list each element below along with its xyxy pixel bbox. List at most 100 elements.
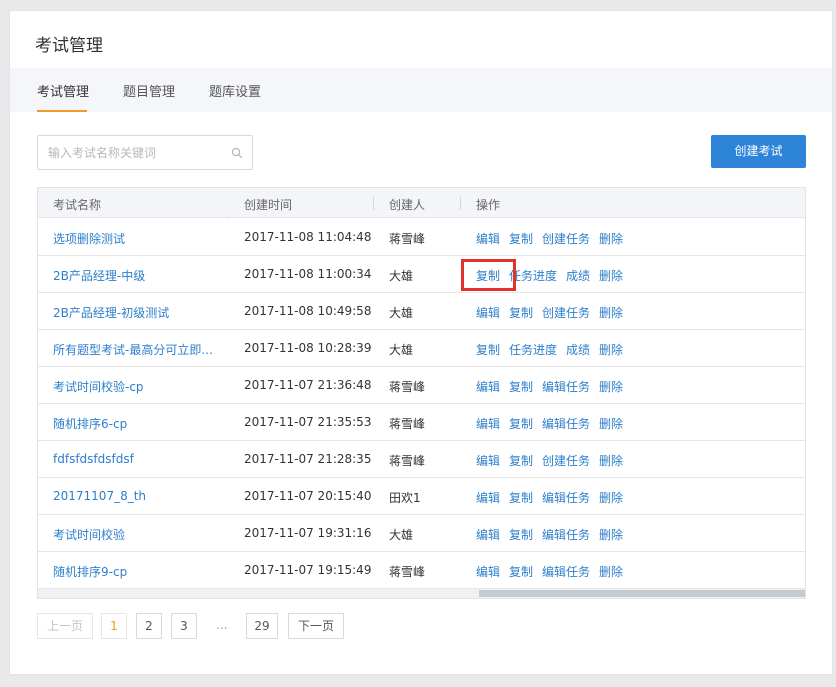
delete-link[interactable]: 删除 [599,269,623,283]
edit-link[interactable]: 编辑 [476,454,500,468]
edit-link[interactable]: 编辑 [476,306,500,320]
creator: 蒋雪峰 [389,380,426,394]
delete-link[interactable]: 删除 [599,417,623,431]
delete-link[interactable]: 删除 [599,565,623,579]
delete-link[interactable]: 删除 [599,454,623,468]
creator: 蒋雪峰 [389,417,426,431]
exam-name-link[interactable]: 考试时间校验 [53,526,125,543]
main-card: 考试管理 考试管理 题目管理 题库设置 创建考试 考试名称 创建时间 创建人 操… [9,10,833,675]
row-actions: 复制 任务进度 成绩 删除 [476,341,632,358]
horizontal-scrollbar[interactable] [38,589,805,598]
table-row: 2B产品经理-初级测试 2017-11-08 10:49:58 大雄 编辑 复制 创建任务… [38,293,805,330]
edit-task-link[interactable]: 编辑任务 [542,565,590,579]
created-time: 2017-11-08 11:04:48 [244,230,372,244]
copy-link[interactable]: 复制 [509,306,533,320]
creator: 大雄 [389,528,414,542]
exam-name-link[interactable]: 选项删除测试 [53,230,125,247]
creator: 大雄 [389,269,414,283]
copy-link[interactable]: 复制 [509,454,533,468]
created-time: 2017-11-08 10:49:58 [244,304,372,318]
created-time: 2017-11-07 21:35:53 [244,415,372,429]
header-operations: 操作 [476,198,501,212]
copy-link[interactable]: 复制 [509,565,533,579]
created-time: 2017-11-07 20:15:40 [244,489,372,503]
search-input[interactable] [38,136,228,169]
edit-link[interactable]: 编辑 [476,565,500,579]
page-ellipsis: ... [216,618,228,632]
table-row: 选项删除测试 2017-11-08 11:04:48 蒋雪峰 编辑 复制 创建任务 删除 [38,219,805,256]
exam-name-link[interactable]: 随机排序9-cp [53,563,127,580]
exam-name-link[interactable]: 随机排序6-cp [53,415,127,432]
exam-name-link[interactable]: 考试时间校验-cp [53,378,144,395]
delete-link[interactable]: 删除 [599,343,623,357]
table-row: 考试时间校验-cp 2017-11-07 21:36:48 蒋雪峰 编辑 复制 编辑任务删… [38,367,805,404]
creator: 大雄 [389,306,414,320]
header-separator [373,197,374,210]
copy-link[interactable]: 复制 [509,232,533,246]
search-icon[interactable] [231,147,243,159]
tab-exam-management[interactable]: 考试管理 [37,81,89,100]
delete-link[interactable]: 删除 [599,380,623,394]
row-actions: 编辑 复制 编辑任务 删除 [476,563,632,580]
delete-link[interactable]: 删除 [599,306,623,320]
scrollbar-thumb[interactable] [479,590,805,597]
tab-question-management[interactable]: 题目管理 [123,81,175,100]
page-title: 考试管理 [35,36,103,56]
edit-link[interactable]: 编辑 [476,417,500,431]
creator: 蒋雪峰 [389,232,426,246]
delete-link[interactable]: 删除 [599,528,623,542]
page-button-3[interactable]: 3 [171,613,197,639]
page-button-2[interactable]: 2 [136,613,162,639]
row-actions: 编辑 复制 编辑任务 删除 [476,489,632,506]
row-actions: 编辑 复制 编辑任务 删除 [476,378,632,395]
next-page-button[interactable]: 下一页 [288,613,344,639]
creator: 大雄 [389,343,414,357]
edit-task-link[interactable]: 编辑任务 [542,380,590,394]
created-time: 2017-11-07 19:15:49 [244,563,372,577]
edit-task-link[interactable]: 编辑任务 [542,491,590,505]
copy-link[interactable]: 复制 [476,343,500,357]
table-header: 考试名称 创建时间 创建人 操作 [38,188,805,218]
create-task-link[interactable]: 创建任务 [542,232,590,246]
copy-link[interactable]: 复制 [509,417,533,431]
copy-link[interactable]: 复制 [476,269,500,283]
edit-task-link[interactable]: 编辑任务 [542,417,590,431]
scores-link[interactable]: 成绩 [566,343,590,357]
create-task-link[interactable]: 创建任务 [542,306,590,320]
tab-question-bank-settings[interactable]: 题库设置 [209,81,261,100]
created-time: 2017-11-08 11:00:34 [244,267,372,281]
edit-task-link[interactable]: 编辑任务 [542,528,590,542]
scores-link[interactable]: 成绩 [566,269,590,283]
creator: 田欢1 [389,491,421,505]
delete-link[interactable]: 删除 [599,232,623,246]
active-tab-indicator [37,110,87,112]
table-row: 所有题型考试-最高分可立即... 2017-11-08 10:28:39 大雄 复制任… [38,330,805,367]
row-actions: 编辑 复制 编辑任务 删除 [476,526,632,543]
exam-name-link[interactable]: fdfsfdsfdsfdsf [53,452,134,466]
exam-table: 考试名称 创建时间 创建人 操作 选项删除测试 2017-11-08 11:04:… [37,187,806,599]
exam-name-link[interactable]: 20171107_8_th [53,489,146,503]
page-button-last[interactable]: 29 [246,613,278,639]
exam-name-link[interactable]: 2B产品经理-初级测试 [53,304,169,321]
delete-link[interactable]: 删除 [599,491,623,505]
exam-name-link[interactable]: 所有题型考试-最高分可立即... [53,341,213,358]
edit-link[interactable]: 编辑 [476,491,500,505]
edit-link[interactable]: 编辑 [476,380,500,394]
create-task-link[interactable]: 创建任务 [542,454,590,468]
task-progress-link[interactable]: 任务进度 [509,343,557,357]
tab-bar: 考试管理 题目管理 题库设置 [10,68,832,112]
edit-link[interactable]: 编辑 [476,528,500,542]
task-progress-link[interactable]: 任务进度 [509,269,557,283]
exam-name-link[interactable]: 2B产品经理-中级 [53,267,145,284]
header-separator [460,197,461,210]
copy-link[interactable]: 复制 [509,380,533,394]
edit-link[interactable]: 编辑 [476,232,500,246]
page-button-1[interactable]: 1 [101,613,127,639]
row-actions: 编辑 复制 创建任务 删除 [476,452,632,469]
copy-link[interactable]: 复制 [509,491,533,505]
create-exam-button[interactable]: 创建考试 [711,135,806,168]
copy-link[interactable]: 复制 [509,528,533,542]
prev-page-button[interactable]: 上一页 [37,613,93,639]
row-actions: 复制 任务进度 成绩 删除 [476,267,632,284]
created-time: 2017-11-07 21:28:35 [244,452,372,466]
